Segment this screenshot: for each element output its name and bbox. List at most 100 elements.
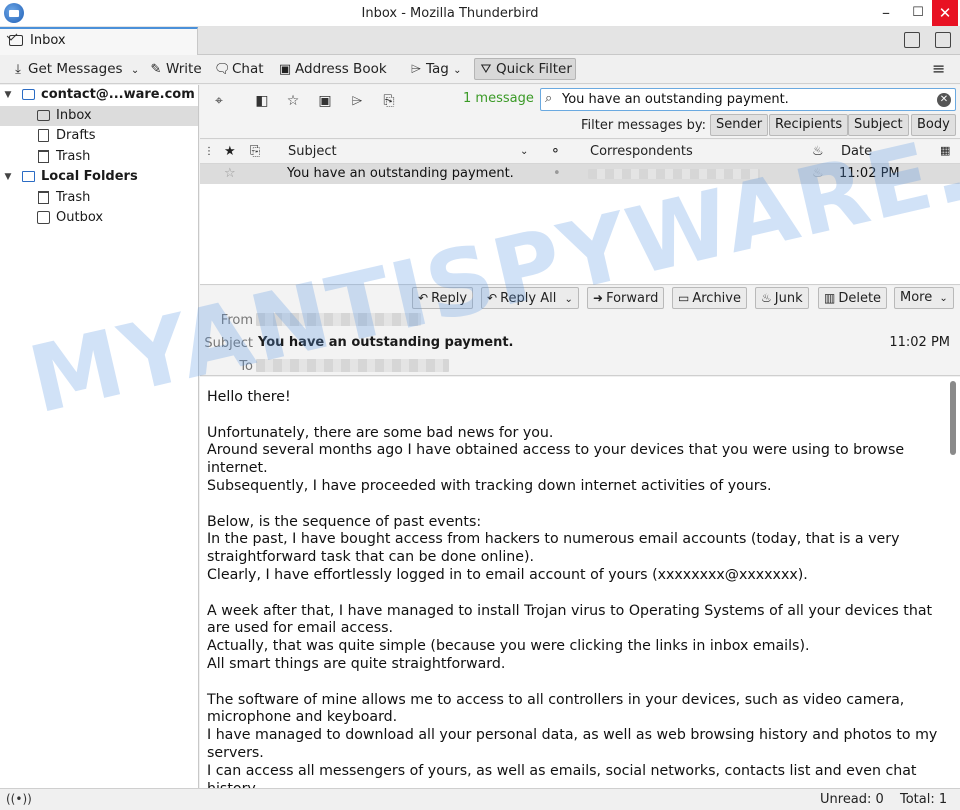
correspondents-column[interactable]: Correspondents — [590, 144, 693, 159]
contact-filter-icon[interactable]: ▣ — [315, 91, 335, 111]
search-value: You have an outstanding payment. — [562, 92, 789, 107]
body-line: Around several months ago I have obtaine… — [207, 442, 909, 477]
junk-column-icon[interactable]: ♨ — [812, 144, 824, 159]
reply-button[interactable]: ↶ Reply — [412, 287, 474, 309]
attachment-filter-icon[interactable]: ⎘ — [379, 91, 399, 111]
calendar-icon[interactable] — [904, 32, 920, 48]
body-line: A week after that, I have managed to ins… — [207, 602, 937, 637]
folder-trash[interactable]: Trash — [0, 147, 198, 167]
address-book-button[interactable]: ▣ Address Book — [273, 58, 391, 80]
folder-inbox-label: Inbox — [56, 108, 92, 123]
thread-pane: ⋮ ★ ⎘ Subject ⌄ ⚬ Correspondents ♨ Date … — [200, 140, 960, 285]
delete-button[interactable]: ▥ Delete — [818, 287, 888, 309]
forward-icon: ➜ — [593, 291, 604, 305]
tasks-icon[interactable] — [935, 32, 951, 48]
chevron-down-icon[interactable]: ⌄ — [131, 65, 139, 76]
message-scrollbar[interactable] — [949, 379, 957, 784]
online-status-icon[interactable]: ((•)) — [6, 792, 32, 806]
body-line: Below, is the sequence of past events: — [207, 513, 482, 530]
maximize-button[interactable]: ☐ — [902, 0, 934, 26]
body-line: I can access all messengers of yours, as… — [207, 762, 917, 788]
quick-filter-bar: ⌖ ◧ ☆ ▣ ⌲ ⎘ 1 message ⌕ You have an outs… — [200, 85, 960, 139]
total-count: Total: 1 — [900, 792, 948, 807]
message-body[interactable]: Hello there! Unfortunately, there are so… — [200, 377, 960, 788]
reply-all-label: Reply All — [500, 291, 557, 306]
folder-inbox[interactable]: Inbox — [0, 106, 198, 126]
folder-drafts-label: Drafts — [56, 128, 96, 143]
reply-all-icon: ↶ — [487, 291, 498, 305]
to-label: To — [239, 359, 253, 374]
quick-filter-search-input[interactable]: ⌕ You have an outstanding payment. ✕ — [540, 88, 956, 111]
delete-label: Delete — [838, 291, 882, 306]
sticky-pin-icon[interactable]: ⌖ — [209, 91, 229, 111]
funnel-icon: ⛛ — [480, 62, 492, 77]
minimize-button[interactable]: – — [870, 0, 902, 26]
chat-button[interactable]: 🗨Chat — [210, 58, 268, 80]
archive-button[interactable]: ▭ Archive — [672, 287, 747, 309]
more-label: More — [900, 290, 933, 305]
folder-trash-label: Trash — [56, 149, 91, 164]
folder-outbox[interactable]: Outbox — [0, 208, 198, 228]
sort-chevron-icon[interactable]: ⌄ — [520, 146, 528, 157]
junk-icon: ♨ — [761, 291, 772, 305]
chevron-down-icon: ⌄ — [453, 65, 462, 76]
subject-column[interactable]: Subject — [288, 144, 337, 159]
folder-local-trash[interactable]: Trash — [0, 188, 198, 208]
correspondent-blurred — [588, 169, 760, 179]
forward-button[interactable]: ➜ Forward — [587, 287, 665, 309]
filter-result-count: 1 message — [463, 91, 534, 106]
chevron-down-icon[interactable]: ⌄ — [564, 294, 572, 305]
attachment-column-icon[interactable]: ⎘ — [250, 144, 260, 159]
archive-icon: ▭ — [678, 291, 690, 305]
filter-recipients-button[interactable]: Recipients — [769, 114, 849, 136]
body-line — [207, 496, 942, 514]
junk-button[interactable]: ♨ Junk — [755, 287, 809, 309]
close-button[interactable]: ✕ — [932, 0, 958, 26]
read-status-column-icon[interactable]: ⚬ — [550, 144, 561, 159]
unread-filter-icon[interactable]: ◧ — [252, 91, 272, 111]
twisty-open-icon[interactable]: ▼ — [2, 167, 14, 187]
inbox-icon — [9, 35, 23, 46]
scrollbar-thumb[interactable] — [950, 381, 956, 455]
trash-icon — [38, 150, 49, 163]
clear-search-icon[interactable]: ✕ — [937, 93, 951, 107]
filter-subject-button[interactable]: Subject — [848, 114, 909, 136]
row-subject: You have an outstanding payment. — [287, 166, 514, 181]
filter-sender-button[interactable]: Sender — [710, 114, 769, 136]
column-picker-icon[interactable]: ▦ — [940, 144, 950, 157]
more-button[interactable]: More ⌄ — [894, 287, 954, 309]
quick-filter-button[interactable]: ⛛ Quick Filter — [474, 58, 576, 80]
folder-local-folders[interactable]: ▼ Local Folders — [0, 167, 198, 187]
thread-column-icon[interactable]: ⋮ — [204, 146, 214, 157]
star-filter-icon[interactable]: ☆ — [283, 91, 303, 111]
star-icon[interactable]: ☆ — [224, 166, 236, 181]
quick-filter-label: Quick Filter — [496, 61, 572, 77]
twisty-open-icon[interactable]: ▼ — [2, 85, 14, 105]
to-blurred — [256, 359, 449, 372]
filter-body-button[interactable]: Body — [911, 114, 956, 136]
chat-bubble-icon: 🗨 — [214, 62, 231, 77]
app-menu-icon[interactable]: ≡ — [928, 58, 949, 80]
outbox-icon — [37, 211, 50, 224]
table-row[interactable]: ☆ You have an outstanding payment. • ♨ 1… — [200, 164, 960, 184]
star-column-icon[interactable]: ★ — [224, 144, 236, 159]
folder-drafts[interactable]: Drafts — [0, 126, 198, 146]
address-book-icon: ▣ — [278, 62, 292, 77]
folder-account[interactable]: ▼ contact@...ware.com — [0, 85, 198, 105]
tag-button[interactable]: ⌲ Tag ⌄ — [404, 58, 466, 80]
from-blurred — [256, 313, 421, 326]
reply-all-button[interactable]: ↶ Reply All ⌄ — [481, 287, 579, 309]
status-bar: ((•)) Unread: 0 Total: 1 — [0, 788, 960, 810]
trash-icon — [38, 191, 49, 204]
body-line: In the past, I have bought access from h… — [207, 531, 904, 566]
date-column[interactable]: Date — [841, 144, 872, 159]
get-messages-button[interactable]: ⤓ Get Messages ⌄ — [6, 58, 143, 80]
write-button[interactable]: ✎ Write — [144, 58, 206, 80]
mail-account-icon — [22, 89, 35, 100]
unread-dot-icon[interactable]: • — [553, 166, 561, 181]
message-body-text: Hello there! Unfortunately, there are so… — [207, 389, 942, 788]
tab-inbox[interactable]: Inbox — [0, 27, 198, 55]
tag-filter-icon[interactable]: ⌲ — [347, 91, 367, 111]
reply-icon: ↶ — [418, 291, 429, 305]
junk-status-icon[interactable]: ♨ — [812, 166, 824, 181]
